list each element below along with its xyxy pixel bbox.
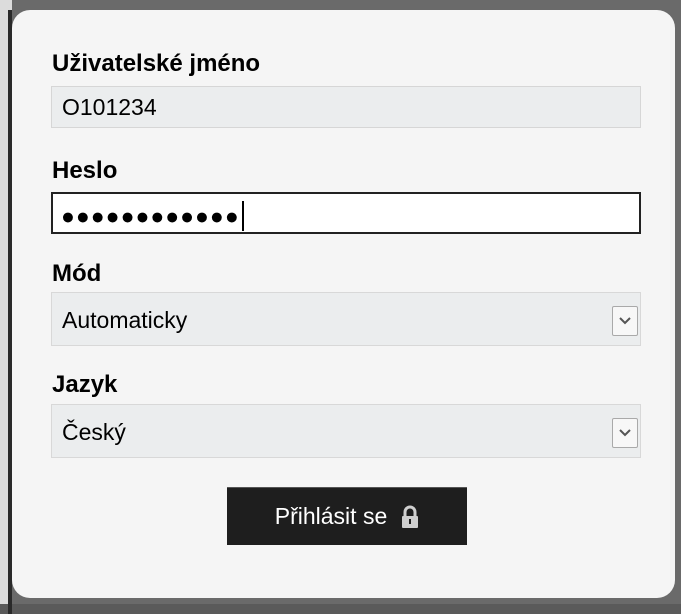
username-field[interactable]: O101234 xyxy=(51,86,641,128)
login-button-label: Přihlásit se xyxy=(274,503,388,529)
login-button[interactable]: Přihlásit se xyxy=(227,487,467,545)
mode-selected-value: Automaticky xyxy=(62,307,188,333)
password-field[interactable]: ●●●●●●●●●●●● xyxy=(51,192,641,234)
text-cursor xyxy=(241,200,244,231)
language-select[interactable]: Český xyxy=(51,404,641,458)
padlock-icon xyxy=(402,505,419,528)
chevron-down-icon xyxy=(619,429,631,437)
mode-dropdown-button[interactable] xyxy=(612,306,638,336)
chevron-down-icon xyxy=(619,317,631,325)
panel-border-line xyxy=(8,10,12,614)
language-dropdown-button[interactable] xyxy=(612,418,638,448)
language-label: Jazyk xyxy=(52,371,118,398)
mode-select[interactable]: Automaticky xyxy=(51,292,641,346)
language-selected-value: Český xyxy=(62,419,126,445)
password-label: Heslo xyxy=(52,157,118,184)
username-label: Uživatelské jméno xyxy=(52,50,261,77)
password-masked-value: ●●●●●●●●●●●● xyxy=(61,202,240,229)
mode-label: Mód xyxy=(52,260,102,287)
